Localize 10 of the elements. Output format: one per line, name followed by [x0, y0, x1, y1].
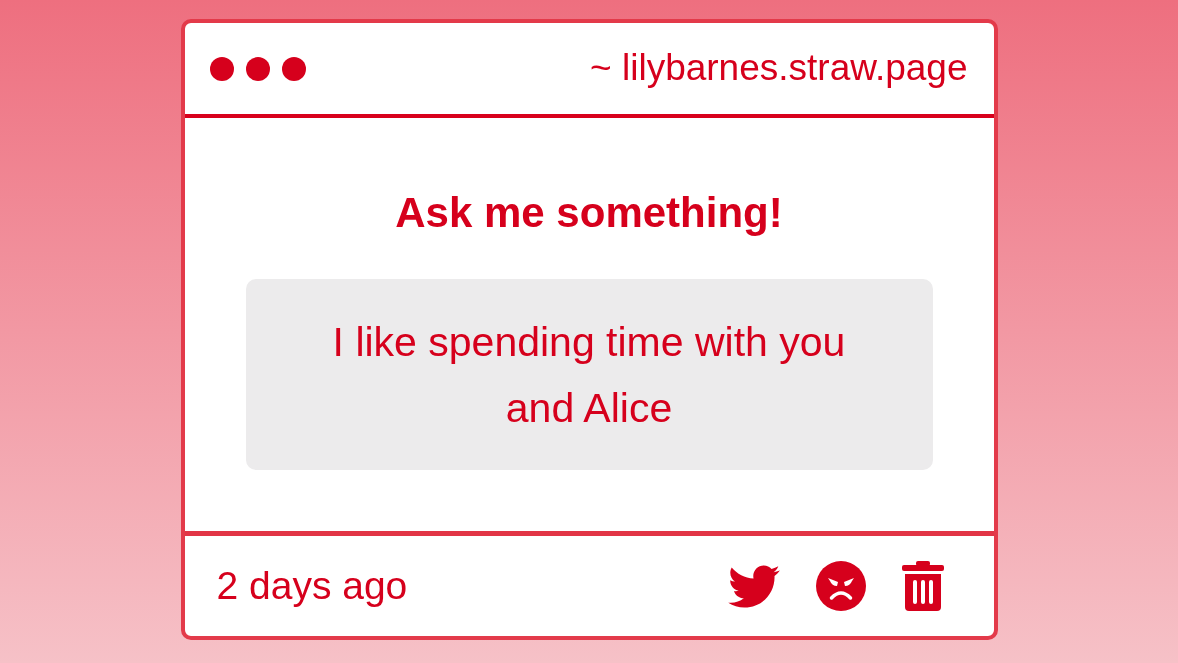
- timestamp: 2 days ago: [216, 562, 408, 609]
- trash-icon[interactable]: [901, 561, 944, 611]
- dot-icon: [209, 56, 234, 81]
- dot-icon: [281, 56, 306, 81]
- page-address: ~ lilybarnes.straw.page: [590, 46, 968, 91]
- question-text: I like spending time with you and Alice: [245, 279, 933, 471]
- angry-face-icon[interactable]: [815, 561, 866, 611]
- dot-icon: [245, 56, 270, 81]
- bird-icon[interactable]: [727, 564, 780, 608]
- prompt-title: Ask me something!: [395, 188, 783, 238]
